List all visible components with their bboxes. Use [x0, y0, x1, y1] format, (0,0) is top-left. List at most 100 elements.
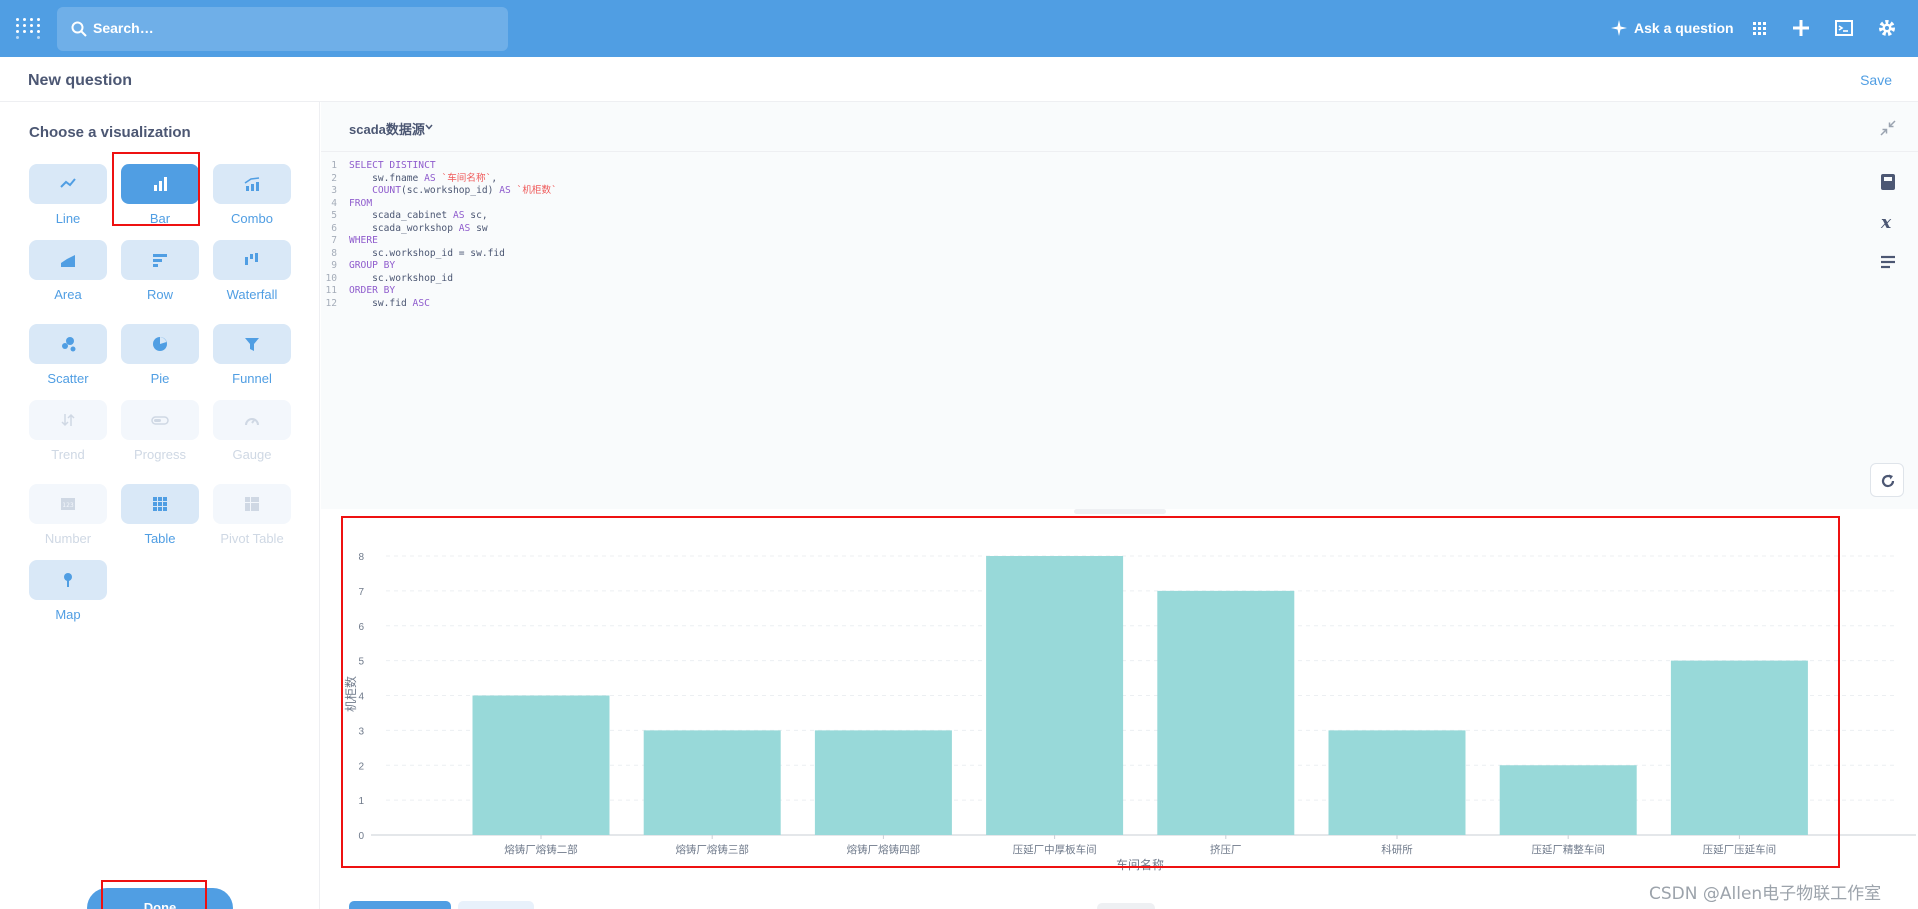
viz-option-area[interactable]: Area [29, 240, 107, 310]
viz-option-tile[interactable] [213, 400, 291, 440]
chevron-down-icon[interactable] [425, 124, 433, 130]
variables-icon[interactable]: x [1878, 212, 1898, 232]
view-toggle[interactable] [1097, 903, 1155, 909]
collapse-icon[interactable] [1880, 120, 1896, 136]
ask-question-label: Ask a question [1634, 20, 1734, 36]
y-tick-label: 4 [358, 692, 364, 703]
viz-option-tile[interactable] [29, 324, 107, 364]
viz-option-label: Gauge [232, 447, 272, 462]
row-chart-icon [153, 254, 167, 267]
bar [1328, 730, 1466, 835]
viz-option-gauge: Gauge [213, 400, 291, 470]
viz-option-scatter[interactable]: Scatter [29, 324, 107, 394]
y-tick-label: 8 [358, 552, 364, 563]
watermark: CSDN @Allen电子物联工作室 [1649, 884, 1882, 904]
svg-text:123: 123 [62, 502, 74, 509]
metabase-logo-icon[interactable] [16, 18, 40, 39]
pivot-table-icon [245, 497, 259, 511]
x-axis-label: 车间名称 [1116, 857, 1164, 872]
run-query-button[interactable] [1870, 463, 1904, 497]
map-pin-icon [64, 573, 72, 587]
sql-editor-panel: scada数据源 1 SELECT DISTINCT 2 sw.fname AS … [321, 102, 1918, 509]
number-icon: 123 [61, 498, 75, 510]
y-tick-label: 2 [358, 761, 364, 772]
trend-icon [61, 413, 75, 427]
viz-option-combo[interactable]: Combo [213, 164, 291, 234]
y-tick-label: 0 [358, 831, 364, 842]
y-tick-label: 6 [358, 622, 364, 633]
x-tick-label: 熔铸厂熔铸二部 [504, 843, 578, 856]
viz-option-label: Scatter [47, 371, 89, 386]
line-chart-icon [60, 178, 76, 188]
sql-editor-icon[interactable] [1833, 17, 1855, 39]
x-tick-label: 压延厂中厚板车间 [1013, 843, 1097, 856]
gear-icon[interactable] [1876, 17, 1898, 39]
viz-option-funnel[interactable]: Funnel [213, 324, 291, 394]
search-placeholder: Search… [93, 20, 154, 36]
viz-option-label: Trend [51, 447, 85, 462]
area-chart-icon [61, 255, 75, 267]
viz-option-label: Number [44, 531, 92, 546]
bar-highlight-box [112, 152, 200, 226]
viz-option-map[interactable]: Map [29, 560, 107, 630]
viz-option-pie[interactable]: Pie [121, 324, 199, 394]
y-tick-label: 5 [358, 657, 364, 668]
y-tick-label: 3 [358, 726, 364, 737]
settings-tab[interactable] [458, 901, 534, 909]
ask-question-button[interactable]: Ask a question [1611, 17, 1734, 39]
visualization-tab[interactable] [349, 901, 451, 909]
grid-icon[interactable] [1748, 17, 1770, 39]
plus-icon[interactable] [1790, 17, 1812, 39]
x-tick-label: 压延厂精整车间 [1531, 843, 1605, 856]
viz-option-label: Row [146, 287, 173, 302]
y-tick-label: 7 [358, 587, 364, 598]
viz-option-table[interactable]: Table [121, 484, 199, 554]
top-nav: Search… Ask a question [0, 0, 1918, 57]
viz-option-tile[interactable] [213, 164, 291, 204]
viz-option-tile[interactable] [121, 324, 199, 364]
datasource-selector[interactable]: scada数据源 [349, 119, 425, 138]
data-reference-icon[interactable] [1878, 172, 1898, 192]
viz-option-tile[interactable] [121, 240, 199, 280]
combo-chart-icon [244, 177, 260, 191]
viz-option-tile[interactable] [121, 484, 199, 524]
search-icon [71, 21, 87, 37]
question-header: New question Save [0, 57, 1918, 102]
bar [1499, 765, 1637, 835]
viz-option-tile[interactable] [29, 400, 107, 440]
viz-option-waterfall[interactable]: Waterfall [213, 240, 291, 310]
bar [1670, 660, 1808, 835]
y-tick-label: 1 [358, 796, 364, 807]
viz-option-label: Line [55, 211, 81, 226]
viz-option-tile[interactable] [213, 484, 291, 524]
viz-option-label: Pie [150, 371, 170, 386]
viz-option-tile[interactable]: 123 [29, 484, 107, 524]
viz-option-label: Table [144, 531, 176, 546]
viz-option-line[interactable]: Line [29, 164, 107, 234]
viz-option-tile[interactable] [29, 240, 107, 280]
scatter-chart-icon [62, 337, 76, 352]
viz-option-label: Map [55, 607, 81, 622]
viz-option-label: Progress [133, 447, 187, 462]
viz-option-tile[interactable] [121, 400, 199, 440]
bar [472, 695, 610, 835]
viz-option-tile[interactable] [213, 324, 291, 364]
viz-option-label: Combo [231, 211, 273, 226]
viz-option-tile[interactable] [213, 240, 291, 280]
pie-chart-icon [153, 337, 167, 351]
svg-text:x: x [1880, 213, 1892, 232]
viz-option-number: 123 Number [29, 484, 107, 554]
x-tick-label: 挤压厂 [1210, 843, 1242, 856]
viz-option-label: Area [54, 287, 82, 302]
sidebar-title: Choose a visualization [29, 124, 191, 141]
viz-option-tile[interactable] [29, 560, 107, 600]
save-button[interactable]: Save [1860, 72, 1892, 88]
search-bar[interactable]: Search… [57, 7, 508, 51]
viz-option-label: Funnel [232, 371, 272, 386]
viz-option-row[interactable]: Row [121, 240, 199, 310]
viz-option-progress: Progress [121, 400, 199, 470]
snippets-icon[interactable] [1878, 252, 1898, 272]
viz-option-trend: Trend [29, 400, 107, 470]
viz-option-tile[interactable] [29, 164, 107, 204]
bar [986, 556, 1124, 835]
